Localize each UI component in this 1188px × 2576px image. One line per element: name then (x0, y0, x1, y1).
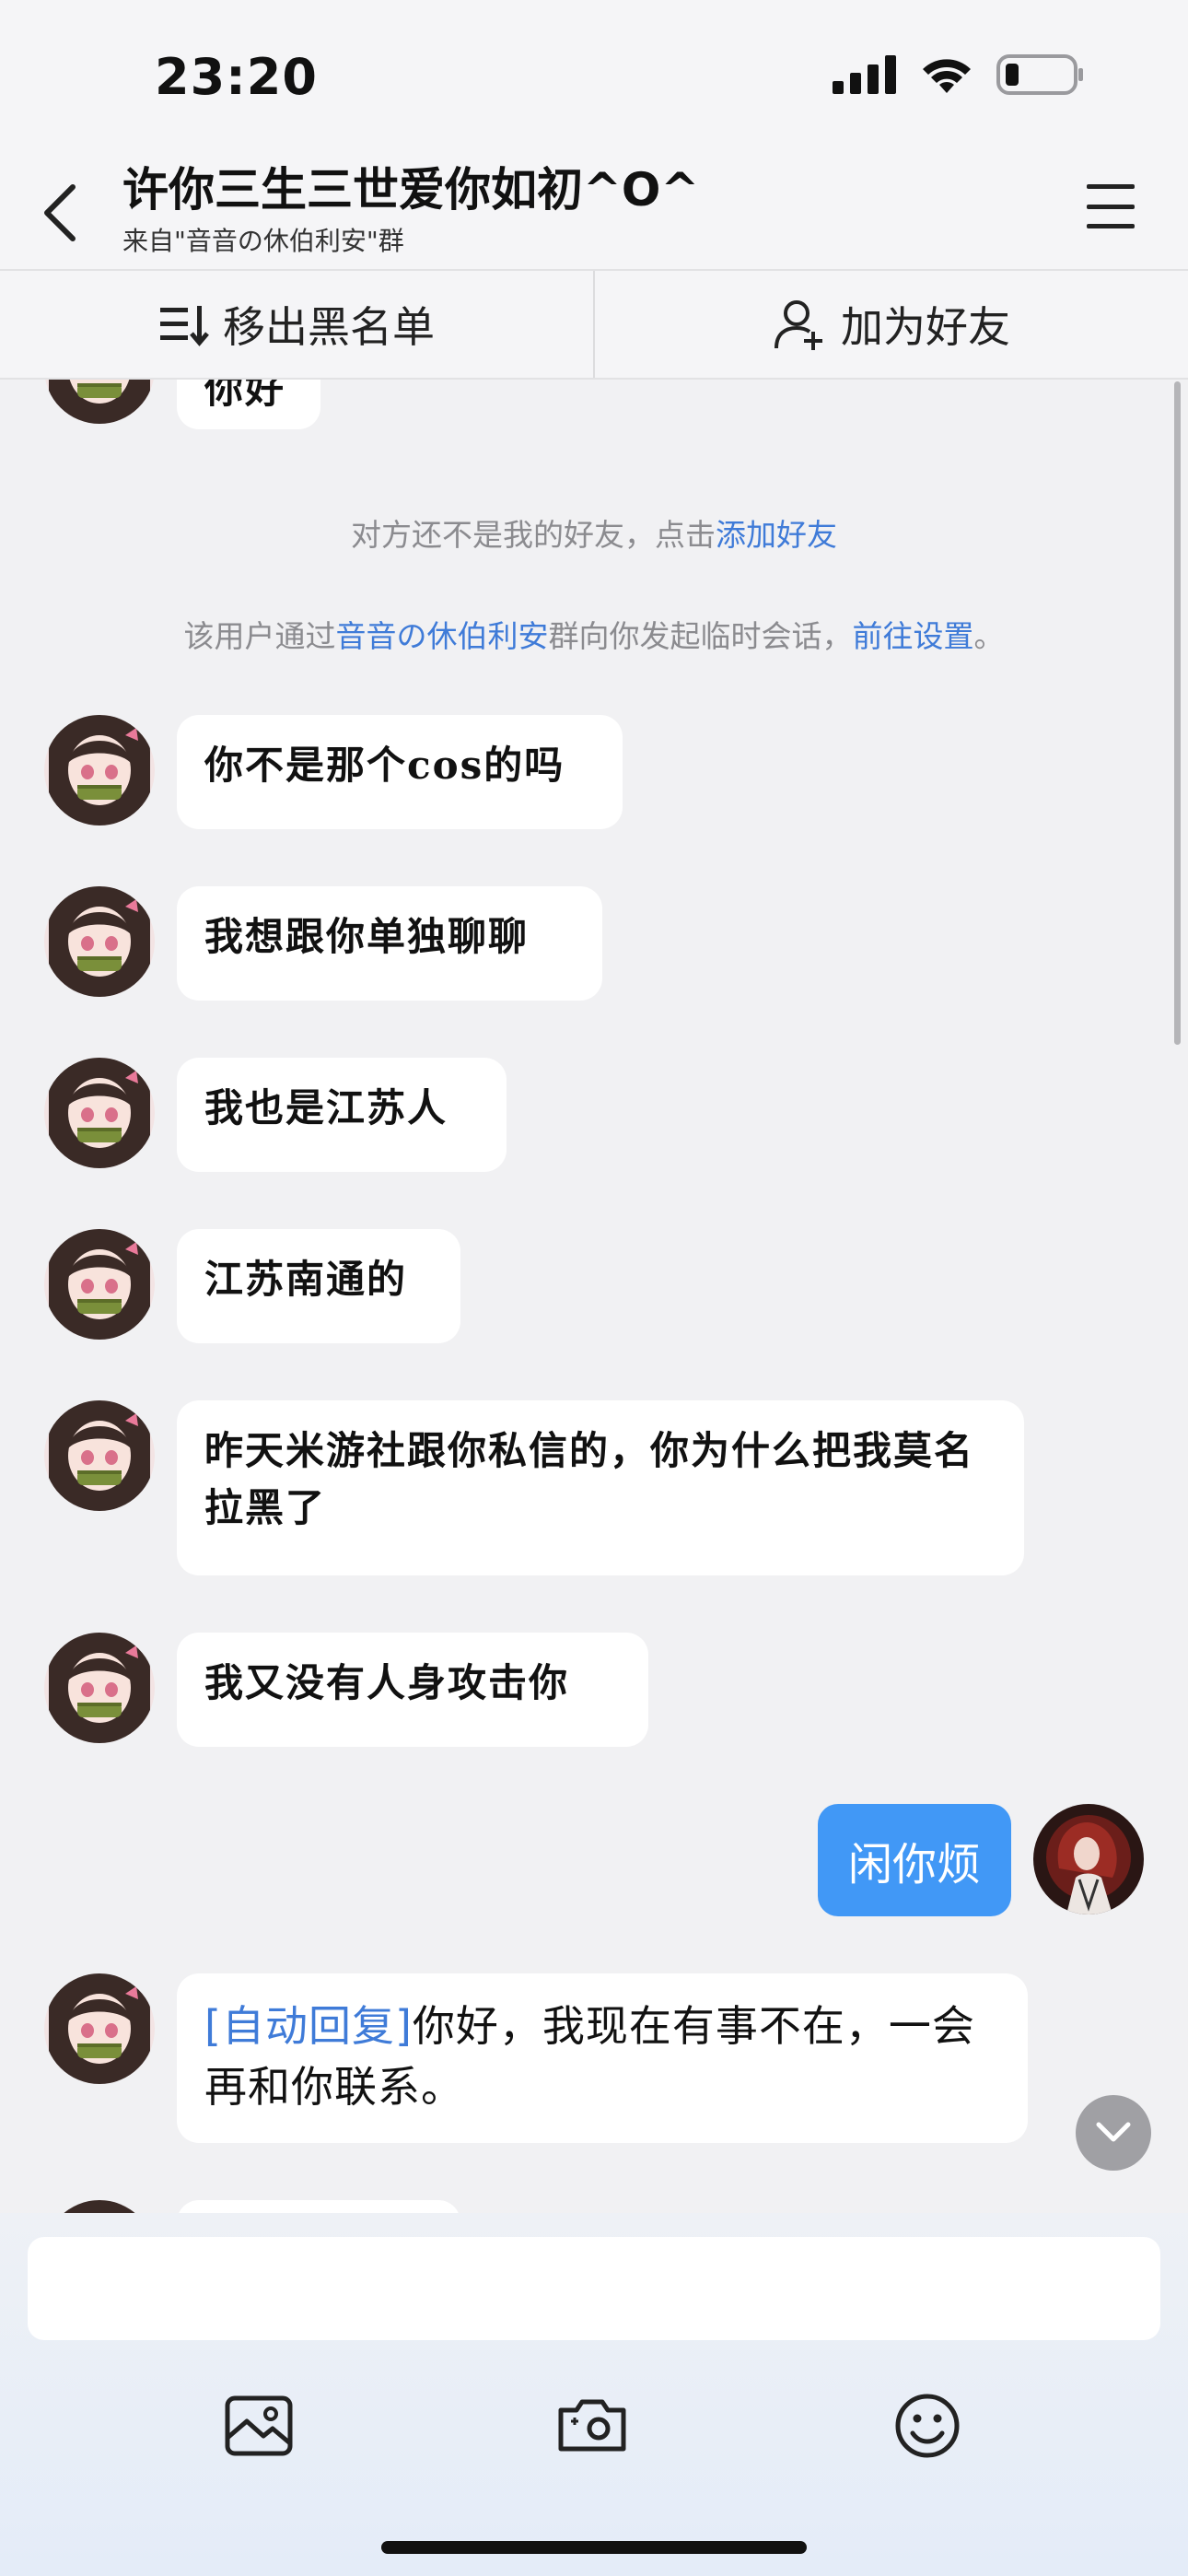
message-bubble[interactable]: 我又没有人身攻击你 (177, 1633, 648, 1747)
image-icon[interactable] (217, 2384, 300, 2467)
scrollbar[interactable] (1174, 381, 1181, 1045)
home-indicator (381, 2541, 807, 2554)
signal-icon (833, 55, 896, 94)
input-area (0, 2213, 1188, 2576)
not-friend-notice: 对方还不是我的好友，点击添加好友 (0, 510, 1188, 555)
avatar[interactable] (44, 1058, 155, 1168)
chevron-down-icon (1096, 2122, 1131, 2142)
message-bubble[interactable]: 昨天米游社跟你私信的，你为什么把我莫名拉黑了 (177, 1400, 1024, 1575)
remove-blacklist-label: 移出黑名单 (223, 302, 435, 352)
action-bar: 移出黑名单 加为好友 (0, 269, 1188, 380)
temp-middle-text: 群向你发起临时会话， (548, 618, 853, 654)
avatar[interactable] (44, 1229, 155, 1340)
message-bubble[interactable]: 我也是江苏人 (177, 1058, 507, 1172)
avatar[interactable] (44, 1633, 155, 1743)
message-text: 你好 (204, 380, 286, 412)
message-bubble[interactable]: 你好 (177, 380, 320, 429)
temp-session-notice: 该用户通过音音の休伯利安群向你发起临时会话，前往设置。 (0, 612, 1188, 656)
hamburger-menu-icon[interactable] (1087, 184, 1135, 228)
message-text: 我也是江苏人 (204, 1085, 448, 1130)
avatar[interactable] (44, 1973, 155, 2084)
add-friend-button[interactable]: 加为好友 (595, 271, 1188, 378)
avatar[interactable] (44, 1400, 155, 1511)
status-icons (833, 53, 1085, 96)
auto-reply-tag: [自动回复] (204, 2001, 413, 2051)
message-bubble[interactable]: 我想跟你单独聊聊 (177, 886, 602, 1001)
chat-title[interactable]: 许你三生三世爱你如初^O^ (122, 153, 699, 219)
avatar[interactable] (44, 715, 155, 825)
my-avatar[interactable] (1033, 1804, 1144, 1914)
message-text: 你不是那个cos的吗 (204, 743, 565, 788)
status-bar: 23:20 (0, 0, 1188, 138)
message-text: 我又没有人身攻击你 (204, 1660, 570, 1705)
message-bubble[interactable] (177, 2200, 460, 2213)
battery-icon (996, 54, 1083, 95)
chat-header: 许你三生三世爱你如初^O^ 来自"音音の休伯利安"群 (0, 138, 1188, 269)
wifi-icon (923, 59, 971, 93)
input-toolbar (0, 2384, 1188, 2486)
auto-reply-bubble[interactable]: [自动回复]你好，我现在有事不在，一会再和你联系。 (177, 1973, 1028, 2143)
avatar[interactable] (44, 886, 155, 997)
emoji-icon[interactable] (886, 2384, 969, 2467)
my-message-bubble[interactable]: 闲你烦 (818, 1804, 1011, 1916)
avatar[interactable] (44, 2200, 155, 2213)
remove-blacklist-button[interactable]: 移出黑名单 (0, 271, 593, 378)
add-friend-link[interactable]: 添加好友 (716, 517, 837, 553)
message-input[interactable] (28, 2237, 1160, 2340)
status-time: 23:20 (155, 48, 318, 106)
chat-subtitle: 来自"音音の休伯利安"群 (122, 226, 404, 256)
message-bubble[interactable]: 你不是那个cos的吗 (177, 715, 623, 829)
my-message-text: 闲你烦 (847, 1839, 981, 1891)
message-bubble[interactable]: 江苏南通的 (177, 1229, 460, 1343)
back-chevron-icon[interactable] (37, 180, 83, 246)
camera-icon[interactable] (551, 2384, 634, 2467)
message-text: 昨天米游社跟你私信的，你为什么把我莫名拉黑了 (204, 1428, 975, 1530)
avatar[interactable] (44, 380, 155, 424)
not-friend-text: 对方还不是我的好友，点击 (351, 517, 716, 553)
add-friend-label: 加为好友 (841, 302, 1010, 352)
message-text: 江苏南通的 (204, 1257, 408, 1302)
settings-link[interactable]: 前往设置 (853, 618, 974, 654)
person-add-icon (775, 300, 822, 350)
chat-message-list[interactable]: 你好 对方还不是我的好友，点击添加好友 该用户通过音音の休伯利安群向你发起临时会… (0, 380, 1188, 2213)
temp-prefix-text: 该用户通过 (183, 618, 336, 654)
group-link[interactable]: 音音の休伯利安 (336, 618, 549, 654)
message-text: 我想跟你单独聊聊 (204, 914, 530, 959)
scroll-to-bottom-button[interactable] (1076, 2095, 1151, 2171)
temp-end-text: 。 (973, 618, 1005, 654)
list-remove-icon (160, 306, 209, 346)
